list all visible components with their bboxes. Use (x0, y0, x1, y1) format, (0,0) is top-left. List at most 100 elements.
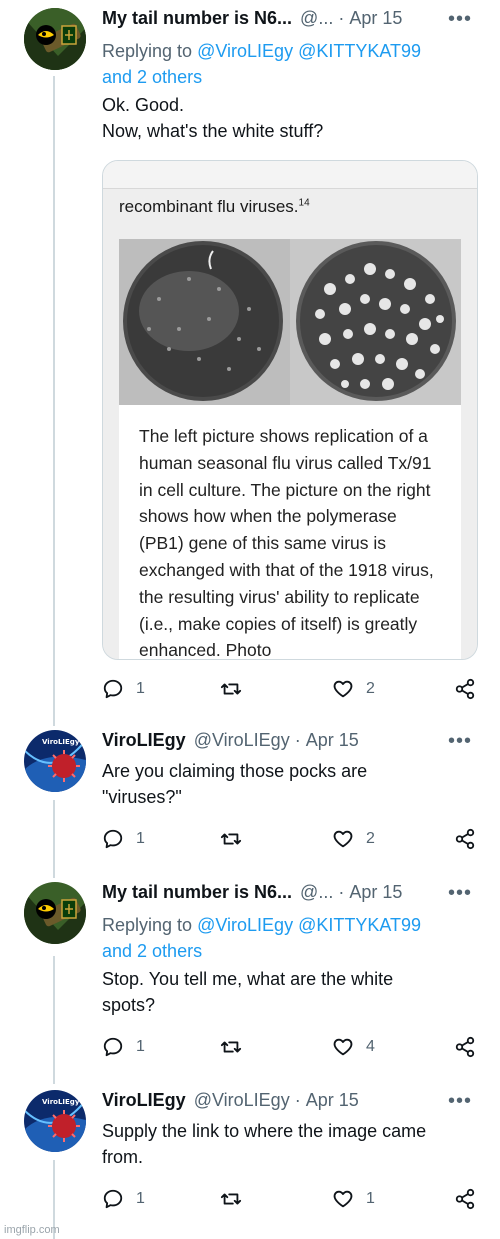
reply-icon (103, 1037, 123, 1057)
more-options-icon[interactable]: ••• (448, 730, 472, 753)
tweet-media-image[interactable]: recombinant flu viruses.14 The left pict… (102, 160, 478, 660)
display-name[interactable]: ViroLIEgy (102, 1090, 186, 1111)
timestamp[interactable]: Apr 15 (349, 882, 402, 903)
reply-button[interactable]: 1 (102, 1188, 145, 1210)
media-body-caption: The left picture shows replication of a … (119, 405, 461, 659)
like-button[interactable]: 2 (332, 678, 375, 700)
like-button[interactable]: 2 (332, 828, 375, 850)
handle[interactable]: @ViroLIEgy (194, 730, 290, 751)
reply-button[interactable]: 1 (102, 828, 145, 850)
reply-icon (103, 679, 123, 699)
retweet-button[interactable] (220, 1036, 254, 1058)
replying-prefix: Replying to (102, 41, 193, 61)
more-options-icon[interactable]: ••• (448, 1090, 472, 1113)
retweet-icon (220, 833, 242, 845)
reply-button[interactable]: 1 (102, 1036, 145, 1058)
petri-dish-photos (119, 239, 461, 405)
like-count: 1 (366, 1190, 375, 1207)
replying-others-link[interactable]: and 2 others (102, 67, 202, 87)
share-button[interactable] (454, 1188, 476, 1210)
heart-icon (333, 680, 353, 698)
avatar[interactable]: ViroLIEgy (24, 730, 86, 792)
avatar[interactable] (24, 8, 86, 70)
retweet-button[interactable] (220, 828, 254, 850)
retweet-button[interactable] (220, 1188, 254, 1210)
separator-dot: · (294, 730, 301, 750)
share-button[interactable] (454, 1036, 476, 1058)
tweet-text-line: "viruses?" (102, 787, 182, 807)
imgflip-watermark: imgflip.com (4, 1224, 60, 1236)
like-count: 4 (366, 1038, 375, 1055)
retweet-icon (220, 683, 242, 695)
petri-dish-right-image (290, 239, 461, 405)
tweet-text-line: Supply the link to where the image came (102, 1121, 427, 1141)
more-options-icon[interactable]: ••• (448, 882, 472, 905)
tweet-text-line: spots? (102, 995, 156, 1015)
reply-count: 1 (136, 830, 145, 847)
like-count: 2 (366, 680, 375, 697)
replying-prefix: Replying to (102, 915, 193, 935)
footnote-marker: 14 (298, 197, 310, 209)
reply-count: 1 (136, 1190, 145, 1207)
petri-dish-right (290, 239, 461, 405)
like-button[interactable]: 1 (332, 1188, 375, 1210)
tweet[interactable]: ViroLIEgy ViroLIEgy @ViroLIEgy · Apr 15 … (0, 730, 500, 870)
separator-dot: · (294, 1090, 301, 1110)
share-icon (455, 678, 475, 700)
avatar[interactable] (24, 882, 86, 944)
heart-icon (333, 830, 353, 848)
retweet-icon (220, 1041, 242, 1053)
tweet-text-line: Now, what's the white stuff? (102, 121, 324, 141)
retweet-button[interactable] (220, 678, 254, 700)
media-top-caption-text: recombinant flu viruses. (119, 197, 299, 216)
action-bar: 1 4 (102, 1036, 478, 1062)
media-top-caption: recombinant flu viruses.14 (119, 197, 310, 217)
more-options-icon[interactable]: ••• (448, 8, 472, 31)
reply-icon (103, 1189, 123, 1209)
tweet[interactable]: My tail number is N6... @... · Apr 15 ••… (0, 882, 500, 1062)
handle[interactable]: @... (300, 882, 333, 903)
share-button[interactable] (454, 678, 476, 700)
retweet-icon (220, 1193, 242, 1205)
action-bar: 1 2 (102, 678, 478, 704)
reply-button[interactable]: 1 (102, 678, 145, 700)
petri-dish-left-image (119, 239, 290, 405)
separator-dot: · (338, 882, 345, 902)
hawkeye-avatar-icon (24, 882, 86, 944)
reply-icon (103, 829, 123, 849)
share-button[interactable] (454, 828, 476, 850)
share-icon (455, 1188, 475, 1210)
replying-users-link[interactable]: @ViroLIEgy @KITTYKAT99 (197, 41, 421, 61)
handle[interactable]: @... (300, 8, 333, 29)
virus-avatar-icon: ViroLIEgy (24, 730, 86, 792)
replying-others-link[interactable]: and 2 others (102, 941, 202, 961)
display-name[interactable]: My tail number is N6... (102, 8, 292, 29)
handle[interactable]: @ViroLIEgy (194, 1090, 290, 1111)
share-icon (455, 1036, 475, 1058)
tweet-text: Are you claiming those pocks are "viruse… (102, 758, 480, 810)
display-name[interactable]: My tail number is N6... (102, 882, 292, 903)
tweet[interactable]: My tail number is N6... @... · Apr 15 ••… (0, 8, 500, 713)
tweet-text-line: Ok. Good. (102, 95, 185, 115)
tweet-text: Ok. Good. Now, what's the white stuff? (102, 92, 480, 144)
timestamp[interactable]: Apr 15 (349, 8, 402, 29)
reply-count: 1 (136, 680, 145, 697)
timestamp[interactable]: Apr 15 (306, 1090, 359, 1111)
petri-dish-left (119, 239, 290, 405)
display-name[interactable]: ViroLIEgy (102, 730, 186, 751)
avatar-label: ViroLIEgy (42, 738, 80, 746)
avatar[interactable]: ViroLIEgy (24, 1090, 86, 1152)
replying-users-link[interactable]: @ViroLIEgy @KITTYKAT99 (197, 915, 421, 935)
action-bar: 1 1 (102, 1188, 478, 1214)
tweet-text: Supply the link to where the image came … (102, 1118, 480, 1170)
media-top-bar (103, 161, 477, 189)
like-count: 2 (366, 830, 375, 847)
timestamp[interactable]: Apr 15 (306, 730, 359, 751)
virus-avatar-icon: ViroLIEgy (24, 1090, 86, 1152)
hawkeye-avatar-icon (24, 8, 86, 70)
share-icon (455, 828, 475, 850)
like-button[interactable]: 4 (332, 1036, 375, 1058)
tweet-text-line: Stop. You tell me, what are the white (102, 969, 394, 989)
tweet[interactable]: ViroLIEgy ViroLIEgy @ViroLIEgy · Apr 15 … (0, 1090, 500, 1230)
separator-dot: · (338, 8, 345, 28)
